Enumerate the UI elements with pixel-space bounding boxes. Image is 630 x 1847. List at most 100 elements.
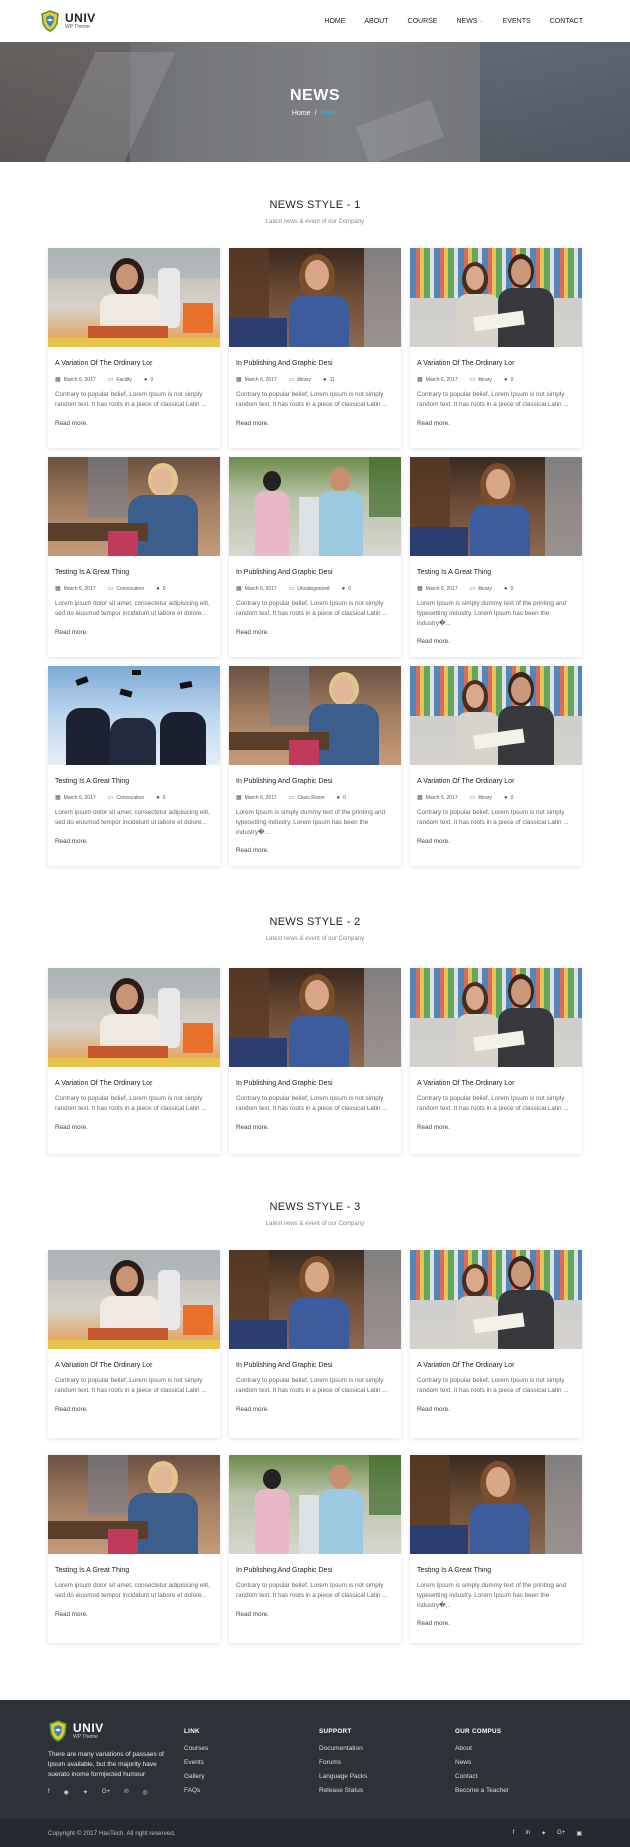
read-more-link[interactable]: Read more. [236,629,394,636]
post-category[interactable]: Uncategorized [297,586,329,592]
footer-link-news[interactable]: News [455,1759,509,1766]
rss-icon[interactable]: ◉ [64,1789,69,1796]
news-card[interactable]: In Publishing And Graphic Desi ▦ March 6, … [229,248,401,448]
google-plus-icon[interactable]: G+ [102,1789,110,1796]
footer-link-forums[interactable]: Forums [319,1759,367,1766]
news-card[interactable]: In Publishing And Graphic Desi Contrary t… [229,968,401,1154]
breadcrumb-home[interactable]: Home [292,110,311,117]
news-card[interactable]: In Publishing And Graphic Desi ▦ March 6, … [229,457,401,657]
nav-about[interactable]: ABOUT [364,18,388,25]
news-card[interactable]: A Variation Of The Ordinary Lor Contrary … [410,968,582,1154]
footer-link-contact[interactable]: Contact [455,1773,509,1780]
nav-contact[interactable]: CONTACT [550,18,583,25]
news-card[interactable]: A Variation Of The Ordinary Lor ▦ March 6,… [410,666,582,866]
facebook-icon[interactable]: f [513,1830,515,1837]
news-card-image[interactable] [410,457,582,556]
facebook-icon[interactable]: f [48,1789,50,1796]
news-card-title[interactable]: Testing Is A Great Thing [417,569,575,576]
news-card[interactable]: A Variation Of The Ordinary Lor ▦ March 6,… [48,248,220,448]
news-card-image[interactable] [48,1455,220,1554]
read-more-link[interactable]: Read more. [417,420,575,427]
footer-link-become-teacher[interactable]: Become a Teacher [455,1787,509,1794]
youtube-icon[interactable]: ▣ [576,1830,582,1837]
post-category[interactable]: library [478,795,492,801]
news-card-title[interactable]: In Publishing And Graphic Desi [236,1080,394,1087]
read-more-link[interactable]: Read more. [55,629,213,636]
news-card-image[interactable] [410,248,582,347]
news-card-title[interactable]: A Variation Of The Ordinary Lor [417,1080,575,1087]
news-card-title[interactable]: Testing Is A Great Thing [55,1567,213,1574]
news-card-image[interactable] [410,1250,582,1349]
footer-link-gallery[interactable]: Gallery [184,1773,208,1780]
news-card-title[interactable]: Testing Is A Great Thing [55,569,213,576]
read-more-link[interactable]: Read more. [417,1406,575,1413]
news-card-title[interactable]: In Publishing And Graphic Desi [236,569,394,576]
news-card-title[interactable]: In Publishing And Graphic Desi [236,360,394,367]
news-card-title[interactable]: A Variation Of The Ordinary Lor [55,360,213,367]
news-card[interactable]: Testing Is A Great Thing ▦ March 6, 2017 ▭ C… [48,457,220,657]
read-more-link[interactable]: Read more. [55,1611,213,1618]
instagram-icon[interactable]: ◎ [143,1789,148,1796]
news-card-title[interactable]: In Publishing And Graphic Desi [236,778,394,785]
news-card-image[interactable] [229,666,401,765]
news-card[interactable]: Testing Is A Great Thing Lorem Ipsum is s… [410,1455,582,1643]
nav-news[interactable]: NEWS ⌄ [456,18,483,25]
news-card-title[interactable]: In Publishing And Graphic Desi [236,1362,394,1369]
read-more-link[interactable]: Read more. [55,420,213,427]
read-more-link[interactable]: Read more. [417,838,575,845]
news-card-image[interactable] [229,1455,401,1554]
footer-link-release-status[interactable]: Release Status [319,1787,367,1794]
footer-logo[interactable]: UNIV WP Theme [48,1720,173,1742]
footer-link-about[interactable]: About [455,1745,509,1752]
news-card-image[interactable] [229,457,401,556]
post-category[interactable]: library [297,377,311,383]
read-more-link[interactable]: Read more. [55,1406,213,1413]
news-card-title[interactable]: In Publishing And Graphic Desi [236,1567,394,1574]
news-card[interactable]: A Variation Of The Ordinary Lor ▦ March 6,… [410,248,582,448]
read-more-link[interactable]: Read more. [417,1620,575,1627]
news-card-image[interactable] [48,968,220,1067]
news-card[interactable]: In Publishing And Graphic Desi ▦ March 6, … [229,666,401,866]
twitter-icon[interactable]: ✦ [83,1789,88,1796]
footer-link-language-packs[interactable]: Language Packs [319,1773,367,1780]
news-card-image[interactable] [410,666,582,765]
read-more-link[interactable]: Read more. [236,1406,394,1413]
post-category[interactable]: Convocation [116,586,144,592]
news-card[interactable]: Testing Is A Great Thing Lorem ipsum dolo… [48,1455,220,1643]
news-card-image[interactable] [410,1455,582,1554]
post-category[interactable]: Class Room [297,795,324,801]
read-more-link[interactable]: Read more. [55,838,213,845]
nav-events[interactable]: EVENTS [503,18,531,25]
post-category[interactable]: Facility [116,377,132,383]
read-more-link[interactable]: Read more. [236,847,394,854]
google-plus-icon[interactable]: G+ [557,1830,565,1837]
news-card[interactable]: Testing Is A Great Thing ▦ March 6, 2017 ▭ C… [48,666,220,866]
read-more-link[interactable]: Read more. [417,638,575,645]
news-card-image[interactable] [229,968,401,1067]
read-more-link[interactable]: Read more. [417,1124,575,1131]
read-more-link[interactable]: Read more. [236,420,394,427]
nav-home[interactable]: HOME [324,18,345,25]
news-card-image[interactable] [229,1250,401,1349]
footer-link-events[interactable]: Events [184,1759,208,1766]
news-card-image[interactable] [48,457,220,556]
news-card-title[interactable]: Testing Is A Great Thing [55,778,213,785]
site-logo[interactable]: UNIV WP Theme [40,10,96,32]
news-card[interactable]: In Publishing And Graphic Desi Contrary t… [229,1455,401,1643]
news-card-title[interactable]: A Variation Of The Ordinary Lor [417,360,575,367]
news-card[interactable]: Testing Is A Great Thing ▦ March 6, 2017 ▭ l… [410,457,582,657]
footer-link-documentation[interactable]: Documentation [319,1745,367,1752]
news-card-title[interactable]: A Variation Of The Ordinary Lor [55,1362,213,1369]
news-card-image[interactable] [48,1250,220,1349]
footer-link-faqs[interactable]: FAQs [184,1787,208,1794]
news-card-title[interactable]: Testing Is A Great Thing [417,1567,575,1574]
news-card-image[interactable] [48,666,220,765]
nav-course[interactable]: COURSE [408,18,438,25]
linkedin-icon[interactable]: in [525,1830,530,1837]
news-card-image[interactable] [229,248,401,347]
news-card-title[interactable]: A Variation Of The Ordinary Lor [55,1080,213,1087]
news-card[interactable]: A Variation Of The Ordinary Lor Contrary … [48,968,220,1154]
news-card[interactable]: A Variation Of The Ordinary Lor Contrary … [48,1250,220,1438]
post-category[interactable]: Convocation [116,795,144,801]
read-more-link[interactable]: Read more. [236,1611,394,1618]
